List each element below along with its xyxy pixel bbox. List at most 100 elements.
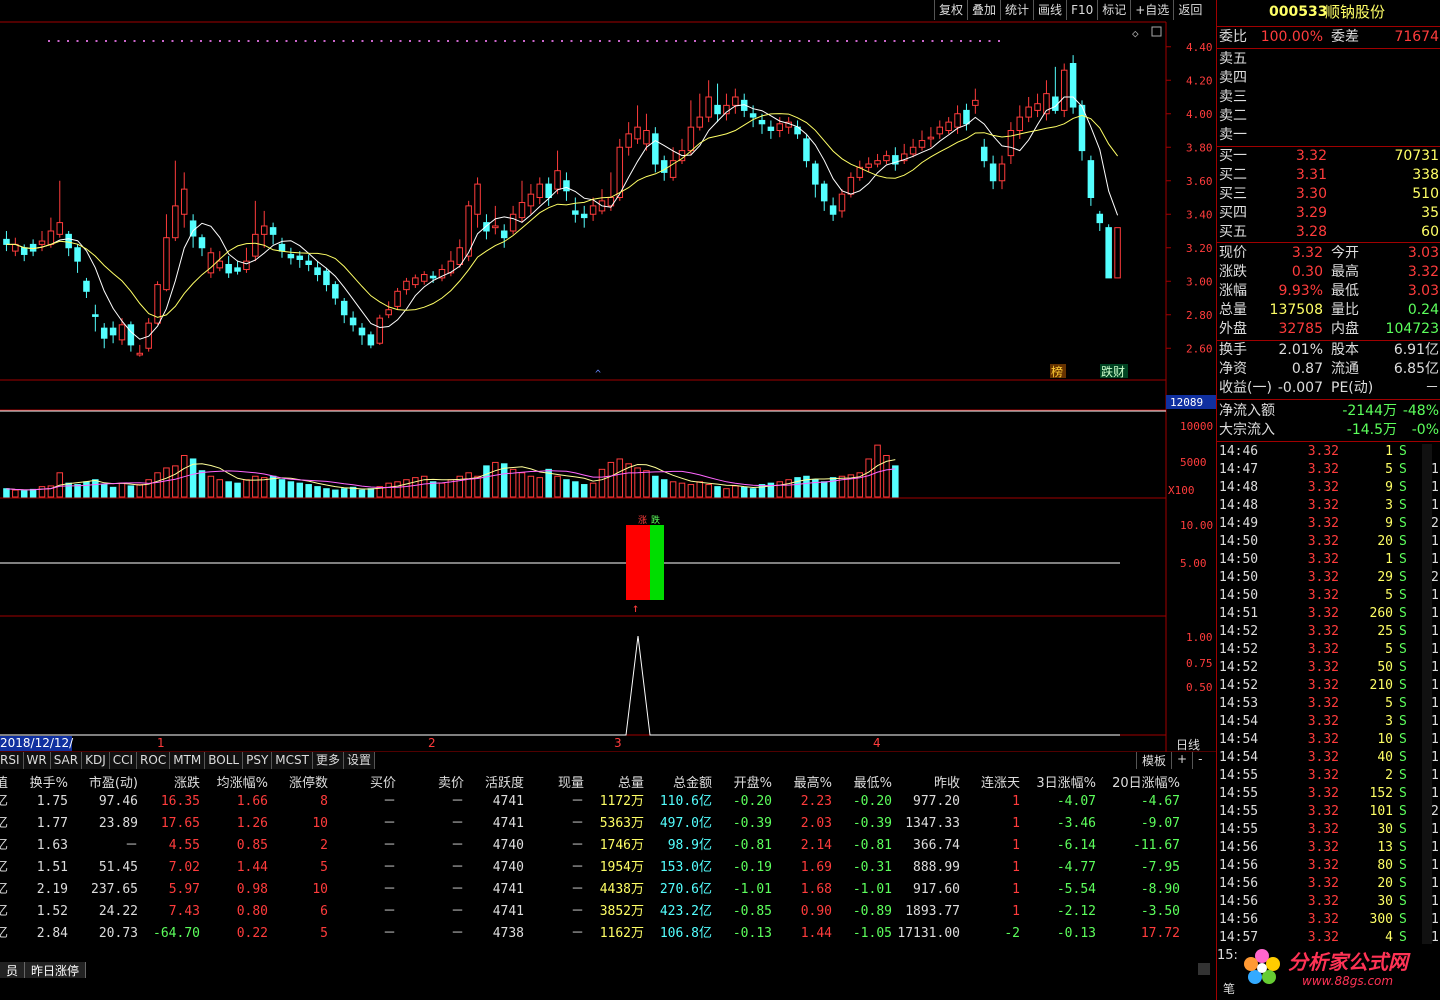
scroll-right-button[interactable] bbox=[1198, 963, 1210, 975]
table-row[interactable]: 亿 1.75 97.46 16.35 1.66 8 － － 4741 － 1172万 110.6亿 -0… bbox=[0, 791, 1216, 813]
table-row[interactable]: 亿 1.51 51.45 7.02 1.44 5 － － 4740 － 1954万 153.0亿 -0.… bbox=[0, 857, 1216, 879]
buy-level[interactable]: 买二 3.31 338 bbox=[1217, 166, 1440, 185]
table-tool-button[interactable]: + bbox=[1171, 752, 1192, 769]
candle bbox=[714, 83, 721, 123]
month-label: 3 bbox=[614, 736, 622, 750]
indicator-tab-wr[interactable]: WR bbox=[23, 752, 51, 769]
col-header[interactable]: 买价 bbox=[370, 772, 396, 791]
table-row[interactable]: 亿 2.84 20.73 -64.70 0.22 5 － － 4738 － 1162万 106.8亿 -… bbox=[0, 923, 1216, 945]
col-header[interactable]: 昨收 bbox=[934, 772, 960, 791]
table-tool-button[interactable]: 模板 bbox=[1136, 752, 1171, 769]
indicator-tab-sar[interactable]: SAR bbox=[50, 752, 83, 769]
col-header[interactable]: 总量 bbox=[618, 772, 644, 791]
maximize-icon[interactable] bbox=[1151, 26, 1162, 37]
candle bbox=[705, 80, 712, 123]
indicator-tab-更多[interactable]: 更多 bbox=[312, 752, 344, 769]
table-cell: -3.50 bbox=[1140, 904, 1180, 919]
col-header[interactable]: 最高% bbox=[794, 772, 832, 791]
table-cell: － bbox=[570, 794, 584, 809]
indicator-tab-cci[interactable]: CCI bbox=[109, 752, 138, 769]
tick-row: 14:56 3.32 300 S 1 bbox=[1219, 912, 1439, 927]
col-header[interactable]: 20日涨幅% bbox=[1112, 772, 1180, 791]
indicator-tab-roc[interactable]: ROC bbox=[137, 752, 171, 769]
info-row: 净资 0.87 流通 6.85亿 bbox=[1219, 361, 1439, 377]
signal-dot bbox=[950, 40, 953, 42]
volume-bar bbox=[820, 481, 828, 498]
bottom-tab[interactable]: 员 bbox=[0, 962, 26, 978]
period-label[interactable]: 日线 bbox=[1176, 736, 1200, 753]
col-header[interactable]: 市盈(动) bbox=[89, 772, 138, 791]
indicator-tab-boll[interactable]: BOLL bbox=[205, 752, 244, 769]
volume-bar bbox=[234, 482, 241, 498]
table-row[interactable]: 亿 2.19 237.65 5.97 0.98 10 － － 4741 － 4438万 270.6亿 -… bbox=[0, 879, 1216, 901]
table-cell: 106.8亿 bbox=[659, 926, 712, 941]
sell-level[interactable]: 卖三 bbox=[1217, 88, 1440, 107]
table-cell: 497.0亿 bbox=[659, 816, 712, 831]
col-header[interactable]: 开盘% bbox=[734, 772, 772, 791]
signal-dot bbox=[133, 40, 136, 42]
price-tick-label: 4.20 bbox=[1186, 74, 1213, 87]
col-header[interactable]: 3日涨幅% bbox=[1036, 772, 1096, 791]
tick-mode-label: 笔 bbox=[1223, 982, 1236, 996]
signal-dot bbox=[817, 40, 820, 42]
bottom-tab[interactable]: 昨日涨停 bbox=[25, 962, 87, 978]
candle bbox=[252, 200, 259, 262]
signal-dot bbox=[865, 40, 867, 42]
candle bbox=[545, 177, 552, 206]
col-header[interactable]: 换手% bbox=[30, 772, 68, 791]
table-tool-button[interactable]: - bbox=[1192, 752, 1207, 769]
tick-row: 14:54 3.32 3 S 1 bbox=[1219, 714, 1439, 729]
col-header[interactable]: 连涨天 bbox=[981, 772, 1020, 791]
sell-level[interactable]: 卖四 bbox=[1217, 69, 1440, 88]
ind1-tick-label: 10.00 bbox=[1180, 519, 1213, 532]
table-cell: － bbox=[382, 838, 396, 853]
sell-level[interactable]: 卖一 bbox=[1217, 126, 1440, 145]
buy-level[interactable]: 买三 3.30 510 bbox=[1217, 185, 1440, 204]
col-header[interactable]: 涨停数 bbox=[289, 772, 328, 791]
table-cell: -2.12 bbox=[1056, 904, 1096, 919]
table-cell: 3852万 bbox=[599, 904, 644, 919]
col-header[interactable]: 活跃度 bbox=[485, 772, 524, 791]
col-header[interactable]: 涨跌 bbox=[174, 772, 200, 791]
indicator-tab-mtm[interactable]: MTM bbox=[170, 752, 206, 769]
tick-scrollbar[interactable] bbox=[1422, 444, 1432, 944]
col-header[interactable]: 值 bbox=[0, 772, 8, 791]
candle bbox=[323, 267, 330, 292]
indicator-tab-设置[interactable]: 设置 bbox=[344, 752, 376, 769]
right-quote-panel: 000533 顺钠股份 委比 100.00% 委差 71674 卖五 卖四 卖三 卖二… bbox=[1216, 0, 1440, 1000]
signal-dot bbox=[333, 40, 335, 42]
chart-area[interactable]: ◇ 4.40 4.20 4.00 3.80 3.60 3.40 3.20 3.00 2.80 2.6… bbox=[0, 0, 1216, 752]
table-cell: 1 bbox=[1012, 882, 1020, 897]
volume-bar bbox=[643, 470, 650, 498]
table-cell: 17131.00 bbox=[897, 926, 960, 941]
table-cell: 亿 bbox=[0, 926, 8, 941]
table-row[interactable]: 亿 1.52 24.22 7.43 0.80 6 － － 4741 － 3852万 423.2亿 -0.… bbox=[0, 901, 1216, 923]
col-header[interactable]: 总金额 bbox=[673, 772, 712, 791]
table-row[interactable]: 亿 1.63 － 4.55 0.85 2 － － 4740 － 1746万 98.9亿 -0.81 2.1… bbox=[0, 835, 1216, 857]
col-header[interactable]: 均涨幅% bbox=[217, 772, 268, 791]
indicator-tab-rsi[interactable]: RSI bbox=[0, 752, 24, 769]
col-header[interactable]: 卖价 bbox=[438, 772, 464, 791]
indicator-tab-mcst[interactable]: MCST bbox=[272, 752, 313, 769]
tick-row: 14:52 3.32 210 S 1 bbox=[1219, 678, 1439, 693]
candle bbox=[936, 120, 944, 139]
buy-level[interactable]: 买五 3.28 60 bbox=[1217, 223, 1440, 242]
sell-level[interactable]: 卖二 bbox=[1217, 107, 1440, 126]
table-cell: 17.65 bbox=[160, 816, 200, 831]
table-cell: － bbox=[570, 904, 584, 919]
table-row[interactable]: 亿 1.77 23.89 17.65 1.26 10 － － 4741 － 5363万 497.0亿 -… bbox=[0, 813, 1216, 835]
candle bbox=[1043, 80, 1050, 121]
volume-bar bbox=[243, 479, 250, 498]
col-header[interactable]: 最低% bbox=[854, 772, 892, 791]
candle bbox=[829, 197, 837, 221]
col-header[interactable]: 现量 bbox=[558, 772, 584, 791]
indicator-tab-kdj[interactable]: KDJ bbox=[82, 752, 110, 769]
volume-bar bbox=[118, 482, 126, 498]
buy-level[interactable]: 买四 3.29 35 bbox=[1217, 204, 1440, 223]
buy-level[interactable]: 买一 3.32 70731 bbox=[1217, 147, 1440, 166]
indicator-tab-psy[interactable]: PSY bbox=[243, 752, 273, 769]
table-cell: 4741 bbox=[492, 882, 524, 897]
ind2-tick-label: 0.50 bbox=[1186, 681, 1213, 694]
sell-level[interactable]: 卖五 bbox=[1217, 50, 1440, 69]
die-marker: 跌 bbox=[651, 515, 660, 526]
